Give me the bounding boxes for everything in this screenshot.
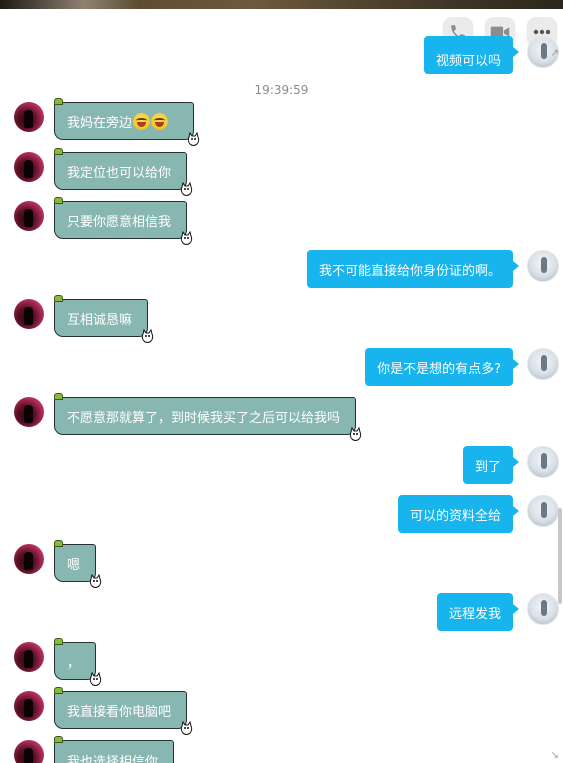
- message-text: ，: [67, 655, 81, 671]
- bubble-cat-decoration-icon: [349, 427, 362, 441]
- bubble-cat-decoration-icon: [180, 231, 193, 245]
- avatar-self[interactable]: [527, 250, 559, 282]
- message-bubble-incoming[interactable]: 我直接看你电脑吧: [54, 687, 193, 735]
- avatar-contact[interactable]: [14, 299, 44, 329]
- message-bubble-incoming[interactable]: ，: [54, 638, 102, 686]
- message-bubble-incoming[interactable]: 我妈在旁边: [54, 98, 200, 146]
- message-text: 互相诚恳嘛: [67, 312, 133, 328]
- message-bubble-outgoing[interactable]: 到了: [462, 446, 520, 484]
- message-text: 远程发我: [448, 606, 501, 622]
- bubble-cat-decoration-icon: [89, 672, 102, 686]
- bubble-cat-decoration-icon: [187, 132, 200, 146]
- message-text: 视频可以吗: [435, 53, 501, 69]
- more-icon: [533, 29, 551, 35]
- avatar-self[interactable]: [527, 446, 559, 478]
- resize-arrow-icon: ↗: [550, 48, 559, 59]
- chat-window: 视频可以吗 19:39:59 我妈在旁边 我定位也可以给你 只要你愿意相信我 我…: [0, 0, 563, 763]
- message-bubble-incoming[interactable]: 只要你愿意相信我: [54, 197, 193, 245]
- message-text: 我妈在旁边: [67, 115, 133, 131]
- message-bubble-incoming[interactable]: 我定位也可以给你: [54, 148, 193, 196]
- chat-scrollbar[interactable]: [558, 508, 562, 604]
- avatar-self[interactable]: [527, 593, 559, 625]
- header-photo-strip: [0, 0, 563, 9]
- avatar-contact[interactable]: [14, 152, 44, 182]
- avatar-contact[interactable]: [14, 201, 44, 231]
- message-bubble-outgoing[interactable]: 我不可能直接给你身份证的啊。: [306, 250, 520, 288]
- message-text: 我也选择相信你: [67, 755, 159, 763]
- resize-grip-icon[interactable]: ↘: [551, 750, 559, 761]
- message-bubble-outgoing[interactable]: 你是不是想的有点多?: [365, 348, 519, 386]
- message-text: 我不可能直接给你身份证的啊。: [318, 263, 501, 279]
- message-bubble-incoming[interactable]: 嗯: [54, 540, 102, 588]
- bubble-cat-decoration-icon: [180, 182, 193, 196]
- avatar-contact[interactable]: [14, 397, 44, 427]
- message-bubble-incoming[interactable]: 不愿意那就算了，到时候我买了之后可以给我吗: [54, 393, 362, 441]
- avatar-self[interactable]: [527, 348, 559, 380]
- message-bubble-outgoing[interactable]: 视频可以吗: [423, 36, 520, 74]
- message-bubble-incoming[interactable]: 我也选择相信你: [54, 736, 174, 763]
- message-text: 我定位也可以给你: [67, 165, 172, 181]
- avatar-contact[interactable]: [14, 544, 44, 574]
- message-text: 我直接看你电脑吧: [67, 704, 172, 720]
- message-text: 可以的资料全给: [409, 508, 501, 524]
- avatar-contact[interactable]: [14, 642, 44, 672]
- avatar-self[interactable]: [527, 495, 559, 527]
- header-photo-highlight: [0, 0, 140, 9]
- bubble-cat-decoration-icon: [141, 329, 154, 343]
- message-bubble-outgoing[interactable]: 可以的资料全给: [397, 495, 520, 533]
- message-text: 嗯: [67, 557, 81, 573]
- bubble-cat-decoration-icon: [89, 574, 102, 588]
- laughing-tears-emoji-icon: [133, 112, 151, 130]
- message-text: 到了: [474, 459, 501, 475]
- message-text: 你是不是想的有点多?: [377, 361, 501, 377]
- avatar-contact[interactable]: [14, 102, 44, 132]
- message-text: 只要你愿意相信我: [67, 214, 172, 230]
- message-bubble-outgoing[interactable]: 远程发我: [436, 593, 520, 631]
- avatar-contact[interactable]: [14, 740, 44, 763]
- bubble-cat-decoration-icon: [180, 721, 193, 735]
- laughing-tears-emoji-icon: [151, 112, 169, 130]
- message-timestamp: 19:39:59: [254, 83, 309, 97]
- message-bubble-incoming[interactable]: 互相诚恳嘛: [54, 295, 154, 343]
- avatar-contact[interactable]: [14, 691, 44, 721]
- message-text: 不愿意那就算了，到时候我买了之后可以给我吗: [67, 410, 341, 426]
